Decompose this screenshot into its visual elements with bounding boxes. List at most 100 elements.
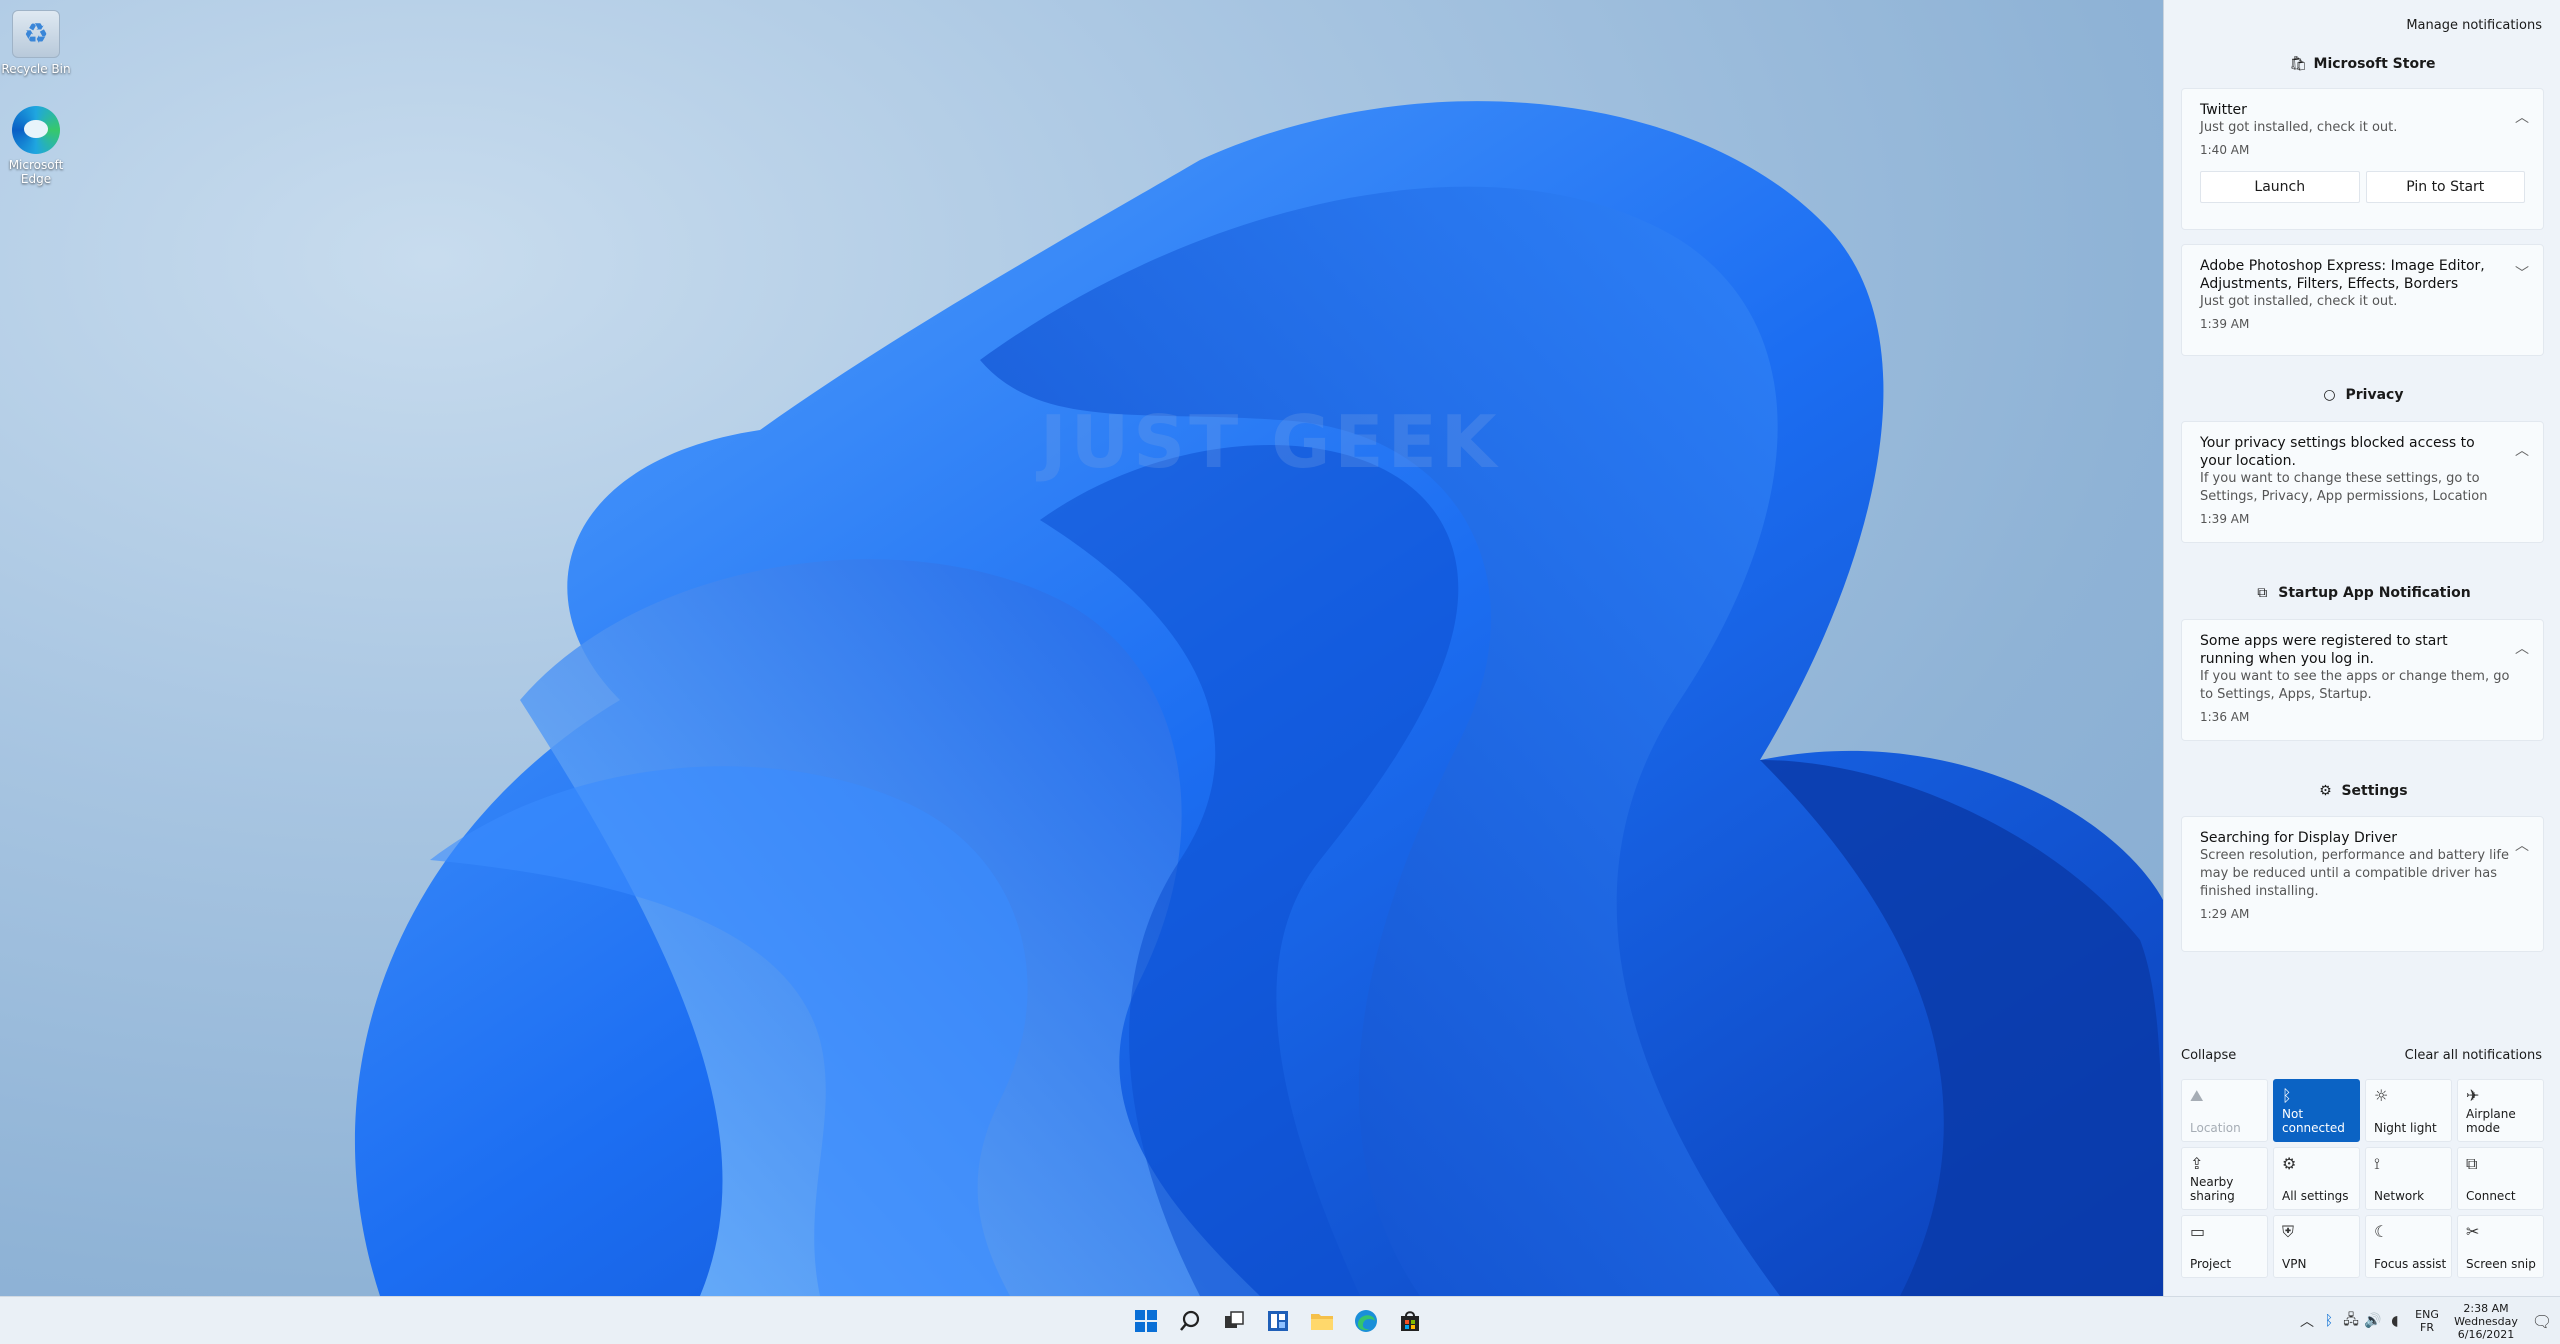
quick-action-label: Connect — [2466, 1189, 2516, 1203]
keyboard-layout: FR — [2420, 1321, 2434, 1334]
notification-title: Twitter — [2200, 102, 2247, 118]
input-language[interactable]: ENG FR — [2406, 1308, 2448, 1334]
gear-icon: ⚙ — [2282, 1154, 2297, 1173]
system-tray: ︿ ᛒ 🖧 🔊 ◖ ENG FR 2:38 AM Wednesday 6/16/… — [2296, 1297, 2560, 1344]
bloom-wallpaper — [354, 101, 2163, 1296]
quick-action-screen-snip[interactable]: ✂ Screen snip — [2457, 1215, 2544, 1278]
notification-card-twitter[interactable]: Twitter Just got installed, check it out… — [2181, 88, 2544, 230]
quick-action-bluetooth[interactable]: ᛒ Not connected — [2273, 1079, 2360, 1142]
quick-action-label: Screen snip — [2466, 1257, 2536, 1271]
nearby-sharing-icon: ⇪ — [2190, 1154, 2204, 1173]
notification-card-privacy[interactable]: Your privacy settings blocked access to … — [2181, 421, 2544, 543]
chevron-up-icon[interactable]: ︿ — [2515, 440, 2529, 460]
manage-notifications-link[interactable]: Manage notifications — [2406, 18, 2542, 33]
night-light-icon: ☼ — [2374, 1086, 2389, 1105]
quick-action-label: Project — [2190, 1257, 2232, 1271]
group-title-privacy: ○ Privacy — [2164, 387, 2560, 403]
quick-action-connect[interactable]: ⧉ Connect — [2457, 1147, 2544, 1210]
quick-action-network[interactable]: ⟟ Network — [2365, 1147, 2452, 1210]
clear-all-notifications-link[interactable]: Clear all notifications — [2405, 1048, 2542, 1063]
gear-icon: ⚙ — [2319, 783, 2332, 799]
notification-time: 1:40 AM — [2200, 143, 2250, 157]
quick-action-label: Focus assist — [2374, 1257, 2447, 1271]
notification-time: 1:29 AM — [2200, 907, 2250, 921]
clock-day: Wednesday — [2454, 1314, 2518, 1328]
quick-action-label: Airplane mode — [2466, 1107, 2516, 1135]
start-icon[interactable] — [1130, 1305, 1162, 1337]
notification-center-icon[interactable]: 🗨 — [2524, 1312, 2560, 1331]
connect-icon: ⧉ — [2466, 1154, 2478, 1173]
quick-action-all-settings[interactable]: ⚙ All settings — [2273, 1147, 2360, 1210]
quick-action-location[interactable]: ⛰ Location — [2181, 1079, 2268, 1142]
group-title-startup: ⧉ Startup App Notification — [2164, 585, 2560, 601]
store-icon[interactable] — [1394, 1305, 1426, 1337]
desktop-icon-edge[interactable]: Microsoft Edge — [0, 106, 72, 186]
notification-card-startup[interactable]: Some apps were registered to start runni… — [2181, 619, 2544, 741]
notification-time: 1:39 AM — [2200, 512, 2250, 526]
quick-action-vpn[interactable]: ⛨ VPN — [2273, 1215, 2360, 1278]
notification-time: 1:36 AM — [2200, 710, 2250, 724]
chevron-down-icon[interactable]: ﹀ — [2515, 263, 2529, 283]
store-bag-icon: 🛍 — [2289, 56, 2308, 72]
launch-button[interactable]: Launch — [2200, 171, 2360, 203]
quick-action-label: VPN — [2282, 1257, 2307, 1271]
startup-icon: ⧉ — [2257, 585, 2268, 601]
project-icon: ▭ — [2190, 1222, 2206, 1241]
quick-action-label: All settings — [2282, 1189, 2349, 1203]
notification-actions: Launch Pin to Start — [2200, 171, 2525, 203]
chevron-up-icon[interactable]: ︿ — [2515, 107, 2529, 127]
quick-action-project[interactable]: ▭ Project — [2181, 1215, 2268, 1278]
desktop-icon-recycle-bin[interactable]: Recycle Bin — [0, 10, 72, 76]
bluetooth-icon[interactable]: ᛒ — [2318, 1313, 2340, 1329]
chevron-up-icon[interactable]: ︿ — [2296, 1311, 2318, 1331]
group-title-microsoft-store: 🛍 Microsoft Store — [2164, 56, 2560, 72]
desktop: JUST GEEK Recycle Bin Microsoft Edge — [0, 0, 2163, 1296]
privacy-icon: ○ — [2323, 387, 2336, 403]
airplane-icon: ✈ — [2466, 1086, 2480, 1105]
speaker-icon[interactable]: ◖ — [2384, 1313, 2406, 1329]
location-icon: ⛰ — [2190, 1086, 2204, 1105]
notification-body: Just got installed, check it out. — [2200, 120, 2398, 135]
notification-body: If you want to see the apps or change th… — [2200, 669, 2510, 702]
network-icon[interactable]: 🖧 — [2340, 1309, 2362, 1333]
group-title-label: Startup App Notification — [2278, 585, 2471, 601]
quick-action-night-light[interactable]: ☼ Night light — [2365, 1079, 2452, 1142]
notification-card-photoshop[interactable]: Adobe Photoshop Express: Image Editor, A… — [2181, 244, 2544, 356]
desktop-icon-label: Microsoft Edge — [8, 158, 64, 186]
clock[interactable]: 2:38 AM Wednesday 6/16/2021 — [2448, 1302, 2524, 1341]
screen-snip-icon: ✂ — [2466, 1222, 2480, 1241]
quick-action-airplane-mode[interactable]: ✈ Airplane mode — [2457, 1079, 2544, 1142]
clock-date: 6/16/2021 — [2457, 1327, 2515, 1341]
notification-body: Just got installed, check it out. — [2200, 294, 2398, 309]
pin-to-start-button[interactable]: Pin to Start — [2365, 171, 2525, 203]
volume-icon[interactable]: 🔊 — [2362, 1313, 2384, 1329]
search-icon[interactable] — [1174, 1305, 1206, 1337]
quick-action-nearby-sharing[interactable]: ⇪ Nearby sharing — [2181, 1147, 2268, 1210]
chevron-up-icon[interactable]: ︿ — [2515, 835, 2529, 855]
task-view-icon[interactable] — [1218, 1305, 1250, 1337]
quick-action-label: Nearby sharing — [2190, 1175, 2235, 1203]
action-center: Manage notifications 🛍 Microsoft Store Tw… — [2163, 0, 2560, 1296]
edge-icon[interactable] — [1350, 1305, 1382, 1337]
quick-action-label: Not connected — [2282, 1107, 2345, 1135]
collapse-link[interactable]: Collapse — [2181, 1048, 2236, 1063]
file-explorer-icon[interactable] — [1306, 1305, 1338, 1337]
notification-card-display-driver[interactable]: Searching for Display Driver Screen reso… — [2181, 816, 2544, 952]
chevron-up-icon[interactable]: ︿ — [2515, 638, 2529, 658]
group-title-label: Microsoft Store — [2313, 56, 2436, 72]
quick-actions: ⛰ Location ᛒ Not connected ☼ Night light ✈ A… — [2181, 1079, 2545, 1278]
clock-time: 2:38 AM — [2463, 1301, 2509, 1315]
edge-icon — [12, 106, 60, 154]
vpn-icon: ⛨ — [2282, 1222, 2295, 1241]
bluetooth-icon: ᛒ — [2282, 1086, 2292, 1105]
language-code: ENG — [2415, 1308, 2439, 1321]
notification-body: Screen resolution, performance and batte… — [2200, 848, 2509, 899]
taskbar-apps — [1130, 1305, 1426, 1337]
desktop-icon-label: Recycle Bin — [1, 62, 71, 76]
notification-body: If you want to change these settings, go… — [2200, 471, 2488, 504]
quick-action-focus-assist[interactable]: ☾ Focus assist — [2365, 1215, 2452, 1278]
widgets-icon[interactable] — [1262, 1305, 1294, 1337]
group-title-settings: ⚙ Settings — [2164, 783, 2560, 799]
quick-action-label: Night light — [2374, 1121, 2437, 1135]
quick-action-label: Network — [2374, 1189, 2425, 1203]
